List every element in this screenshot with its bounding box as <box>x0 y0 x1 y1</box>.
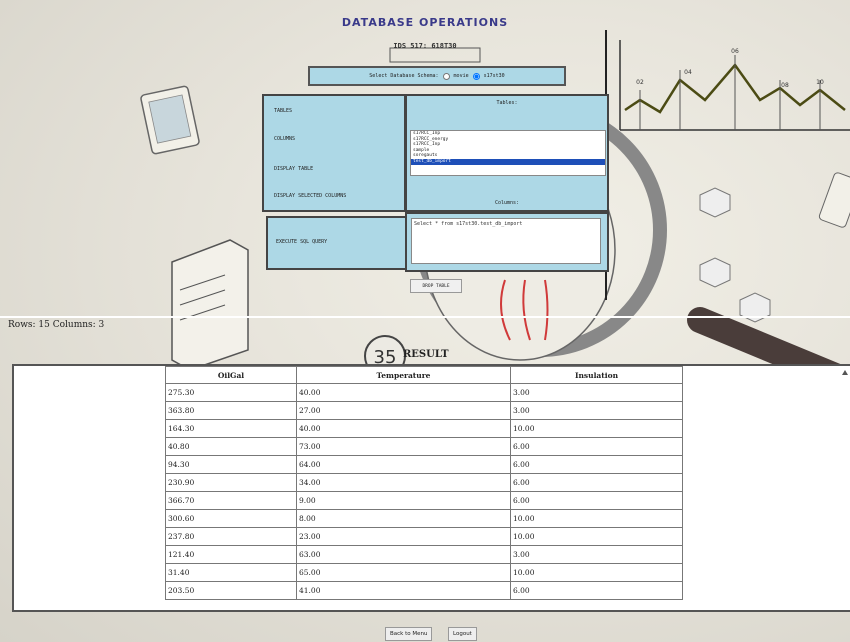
rows-columns-count: Rows: 15 Columns: 3 <box>8 320 105 330</box>
table-cell: 10.00 <box>510 527 683 546</box>
table-cell: 3.00 <box>510 545 683 564</box>
table-cell: 9.00 <box>296 491 511 510</box>
logout-button[interactable]: Logout <box>448 627 477 641</box>
table-cell: 40.80 <box>165 437 297 456</box>
table-row: 31.40 65.00 10.00 <box>165 563 683 582</box>
table-cell: 31.40 <box>165 563 297 582</box>
column-header: OilGal <box>165 366 297 384</box>
table-cell: 237.80 <box>165 527 297 546</box>
schema-radio-movie[interactable] <box>442 72 450 80</box>
table-row: 164.30 40.00 10.00 <box>165 419 683 438</box>
table-cell: 63.00 <box>296 545 511 564</box>
table-header-row: OilGal Temperature Insulation <box>165 366 683 384</box>
table-cell: 6.00 <box>510 581 683 600</box>
table-cell: 3.00 <box>510 401 683 420</box>
chart-label: 10 <box>816 79 824 86</box>
execute-panel: EXECUTE SQL QUERY <box>266 216 408 270</box>
display-selected-columns-button[interactable]: DISPLAY SELECTED COLUMNS <box>274 193 346 199</box>
table-cell: 203.50 <box>165 581 297 600</box>
schema-option-movie: movie <box>453 73 469 79</box>
table-cell: 6.00 <box>510 491 683 510</box>
table-cell: 65.00 <box>296 563 511 582</box>
table-cell: 230.90 <box>165 473 297 492</box>
table-cell: 6.00 <box>510 473 683 492</box>
display-table-button[interactable]: DISPLAY TABLE <box>274 166 313 172</box>
computer-tower-sketch <box>171 239 249 371</box>
table-cell: 366.70 <box>165 491 297 510</box>
table-list-item-selected[interactable]: test_db_import <box>411 158 605 165</box>
columns-label: Columns: <box>494 200 520 206</box>
page-title: DATABASE OPERATIONS <box>341 16 509 29</box>
table-row: 275.30 40.00 3.00 <box>165 383 683 402</box>
chart-label: 04 <box>684 69 692 76</box>
scroll-up-icon[interactable] <box>842 370 848 375</box>
table-cell: 40.00 <box>296 419 511 438</box>
page-subtitle: IDS 517: 618T30 <box>393 42 457 50</box>
sql-query-input[interactable]: Select * from s17st30.test_db_import <box>411 218 601 264</box>
table-row: 121.40 63.00 3.00 <box>165 545 683 564</box>
table-cell: 8.00 <box>296 509 511 528</box>
table-cell: 6.00 <box>510 437 683 456</box>
table-cell: 3.00 <box>510 383 683 402</box>
table-row: 237.80 23.00 10.00 <box>165 527 683 546</box>
operations-panel: TABLES COLUMNS DISPLAY TABLE DISPLAY SEL… <box>262 94 406 212</box>
column-header: Insulation <box>510 366 683 384</box>
table-cell: 363.80 <box>165 401 297 420</box>
table-cell: 275.30 <box>165 383 297 402</box>
table-cell: 34.00 <box>296 473 511 492</box>
table-cell: 10.00 <box>510 419 683 438</box>
table-row: 366.70 9.00 6.00 <box>165 491 683 510</box>
result-table: OilGal Temperature Insulation 275.30 40.0… <box>165 366 683 600</box>
schema-radio-s17st30[interactable] <box>472 72 480 80</box>
table-cell: 27.00 <box>296 401 511 420</box>
table-cell: 6.00 <box>510 455 683 474</box>
tables-listbox[interactable]: s17RCC_Inp s17RCC_energy s17RCC_Inp samp… <box>410 130 606 176</box>
schema-label: Select Database Schema: <box>369 73 439 79</box>
table-row: 363.80 27.00 3.00 <box>165 401 683 420</box>
table-cell: 300.60 <box>165 509 297 528</box>
table-row: 230.90 34.00 6.00 <box>165 473 683 492</box>
table-cell: 73.00 <box>296 437 511 456</box>
query-panel: Select * from s17st30.test_db_import <box>405 212 609 272</box>
column-header: Temperature <box>296 366 511 384</box>
schema-option-s17st30: s17st30 <box>483 73 505 79</box>
table-cell: 164.30 <box>165 419 297 438</box>
columns-button[interactable]: COLUMNS <box>274 136 295 142</box>
schema-selector: Select Database Schema: movie s17st30 <box>308 66 566 86</box>
table-cell: 10.00 <box>510 509 683 528</box>
tables-button[interactable]: TABLES <box>274 108 292 114</box>
divider <box>0 316 850 318</box>
table-row: 94.30 64.00 6.00 <box>165 455 683 474</box>
table-row: 40.80 73.00 6.00 <box>165 437 683 456</box>
tables-label: Tables: <box>496 100 518 106</box>
table-cell: 94.30 <box>165 455 297 474</box>
execute-sql-button[interactable]: EXECUTE SQL QUERY <box>276 239 327 245</box>
table-cell: 10.00 <box>510 563 683 582</box>
drop-table-button[interactable]: DROP TABLE <box>410 279 462 293</box>
table-cell: 121.40 <box>165 545 297 564</box>
tables-panel: Tables: s17RCC_Inp s17RCC_energy s17RCC_… <box>405 94 609 212</box>
table-cell: 41.00 <box>296 581 511 600</box>
table-cell: 40.00 <box>296 383 511 402</box>
table-cell: 64.00 <box>296 455 511 474</box>
back-to-menu-button[interactable]: Back to Menu <box>385 627 433 641</box>
table-row: 203.50 41.00 6.00 <box>165 581 683 600</box>
result-label: RESULT <box>403 349 449 360</box>
result-area[interactable]: OilGal Temperature Insulation 275.30 40.0… <box>12 364 850 612</box>
chart-label: 08 <box>781 82 789 89</box>
chart-label: 02 <box>636 79 644 86</box>
table-row: 300.60 8.00 10.00 <box>165 509 683 528</box>
table-cell: 23.00 <box>296 527 511 546</box>
